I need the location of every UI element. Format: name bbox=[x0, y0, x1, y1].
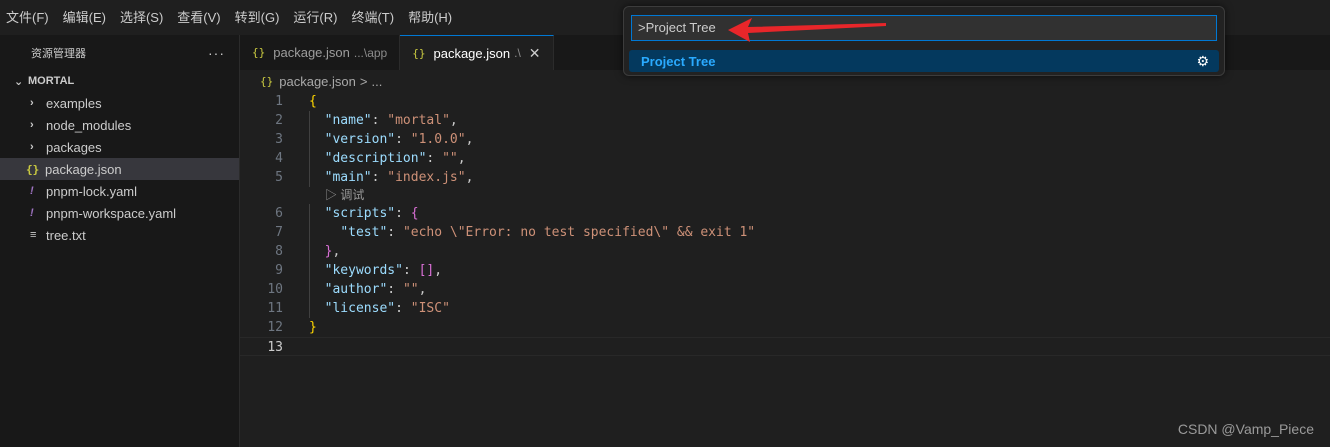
tree-item-label: node_modules bbox=[46, 117, 132, 133]
tree-item-node-modules[interactable]: › node_modules bbox=[0, 114, 239, 136]
breadcrumb-rest[interactable]: ... bbox=[371, 74, 382, 89]
current-line-number: 13 bbox=[267, 340, 283, 355]
menu-selection[interactable]: 选择(S) bbox=[114, 0, 171, 35]
current-line: 13 bbox=[240, 337, 1330, 356]
tree-item-pnpm-workspace[interactable]: ! pnpm-workspace.yaml bbox=[0, 202, 239, 224]
menu-help[interactable]: 帮助(H) bbox=[402, 0, 460, 35]
tree-item-tree-txt[interactable]: ≡ tree.txt bbox=[0, 224, 239, 246]
workspace-name: MORTAL bbox=[28, 75, 75, 87]
explorer-title: 资源管理器 bbox=[31, 47, 86, 60]
tree-item-label: package.json bbox=[45, 161, 122, 177]
debug-codelens[interactable]: ▷ 调试 bbox=[240, 187, 1330, 204]
tab-package-json-app[interactable]: {} package.json ...\app bbox=[240, 35, 401, 70]
tab-label: package.json bbox=[273, 45, 350, 60]
tab-label: package.json bbox=[433, 45, 511, 61]
tree-item-examples[interactable]: › examples bbox=[0, 92, 239, 114]
menu-go[interactable]: 转到(G) bbox=[229, 0, 288, 35]
codelens-label: 调试 bbox=[340, 188, 365, 202]
menu-terminal[interactable]: 终端(T) bbox=[345, 0, 402, 35]
json-file-icon: {} bbox=[260, 74, 274, 88]
tab-description: ...\app bbox=[353, 45, 388, 60]
code-line: 6 "scripts": { bbox=[275, 204, 419, 223]
tree-item-package-json[interactable]: {} package.json bbox=[0, 158, 239, 180]
chevron-right-icon: › bbox=[30, 141, 34, 153]
command-result-label: Project Tree bbox=[641, 53, 716, 69]
more-actions-icon[interactable]: ··· bbox=[208, 45, 225, 61]
menu-run[interactable]: 运行(R) bbox=[287, 0, 345, 35]
tab-description: .\ bbox=[514, 46, 521, 60]
code-line: 10 "author": "", bbox=[267, 280, 427, 299]
tree-item-label: examples bbox=[46, 95, 102, 111]
tree-item-pnpm-lock[interactable]: ! pnpm-lock.yaml bbox=[0, 180, 239, 202]
gear-icon[interactable]: ⚙ bbox=[1196, 53, 1209, 70]
code-line: 3 "version": "1.0.0", bbox=[275, 130, 474, 149]
watermark: CSDN @Vamp_Piece bbox=[1177, 421, 1314, 437]
code-line: 4 "description": "", bbox=[275, 149, 466, 168]
chevron-right-icon: › bbox=[30, 119, 34, 131]
annotation-arrow-icon bbox=[728, 18, 886, 42]
code-line: 5 "main": "index.js", bbox=[275, 168, 474, 187]
close-icon[interactable]: ✕ bbox=[529, 45, 541, 62]
tree-item-packages[interactable]: › packages bbox=[0, 136, 239, 158]
command-result-item[interactable]: Project Tree ⚙ bbox=[629, 50, 1219, 72]
code-line: 8 }, bbox=[275, 242, 341, 261]
breadcrumb-file[interactable]: package.json bbox=[279, 74, 356, 89]
code-line: 2 "name": "mortal", bbox=[275, 111, 458, 130]
breadcrumb-separator: > bbox=[359, 73, 368, 89]
code-line: 12} bbox=[267, 320, 317, 335]
json-file-icon: {} bbox=[252, 46, 266, 59]
tree-item-label: packages bbox=[46, 139, 102, 155]
explorer-sidebar: 资源管理器 ··· ⌄ MORTAL › examples › node_mod… bbox=[0, 35, 240, 447]
json-file-icon: {} bbox=[412, 46, 426, 60]
menu-view[interactable]: 查看(V) bbox=[171, 0, 228, 35]
text-file-icon: ≡ bbox=[30, 229, 37, 241]
tree-item-label: pnpm-lock.yaml bbox=[46, 183, 138, 199]
code-line: 1{ bbox=[275, 94, 317, 109]
code-editor[interactable]: 1{ 2 "name": "mortal", 3 "version": "1.0… bbox=[240, 92, 1330, 447]
yaml-file-icon: ! bbox=[30, 207, 34, 219]
code-line: 9 "keywords": [], bbox=[275, 261, 443, 280]
code-line: 11 "license": "ISC" bbox=[267, 299, 450, 318]
play-icon: ▷ bbox=[325, 188, 341, 202]
yaml-file-icon: ! bbox=[30, 185, 34, 197]
tree-item-label: tree.txt bbox=[46, 227, 86, 243]
menu-file[interactable]: 文件(F) bbox=[0, 0, 57, 35]
menu-edit[interactable]: 编辑(E) bbox=[57, 0, 114, 35]
code-line: 7 "test": "echo \"Error: no test specifi… bbox=[275, 223, 756, 242]
json-file-icon: {} bbox=[26, 162, 40, 176]
explorer-header: 资源管理器 ··· bbox=[0, 35, 239, 70]
workspace-section-header[interactable]: ⌄ MORTAL bbox=[0, 70, 239, 92]
chevron-down-icon: ⌄ bbox=[14, 75, 24, 88]
chevron-right-icon: › bbox=[30, 97, 34, 109]
tab-package-json-root[interactable]: {} package.json .\ ✕ bbox=[400, 35, 554, 70]
tree-item-label: pnpm-workspace.yaml bbox=[46, 205, 177, 221]
